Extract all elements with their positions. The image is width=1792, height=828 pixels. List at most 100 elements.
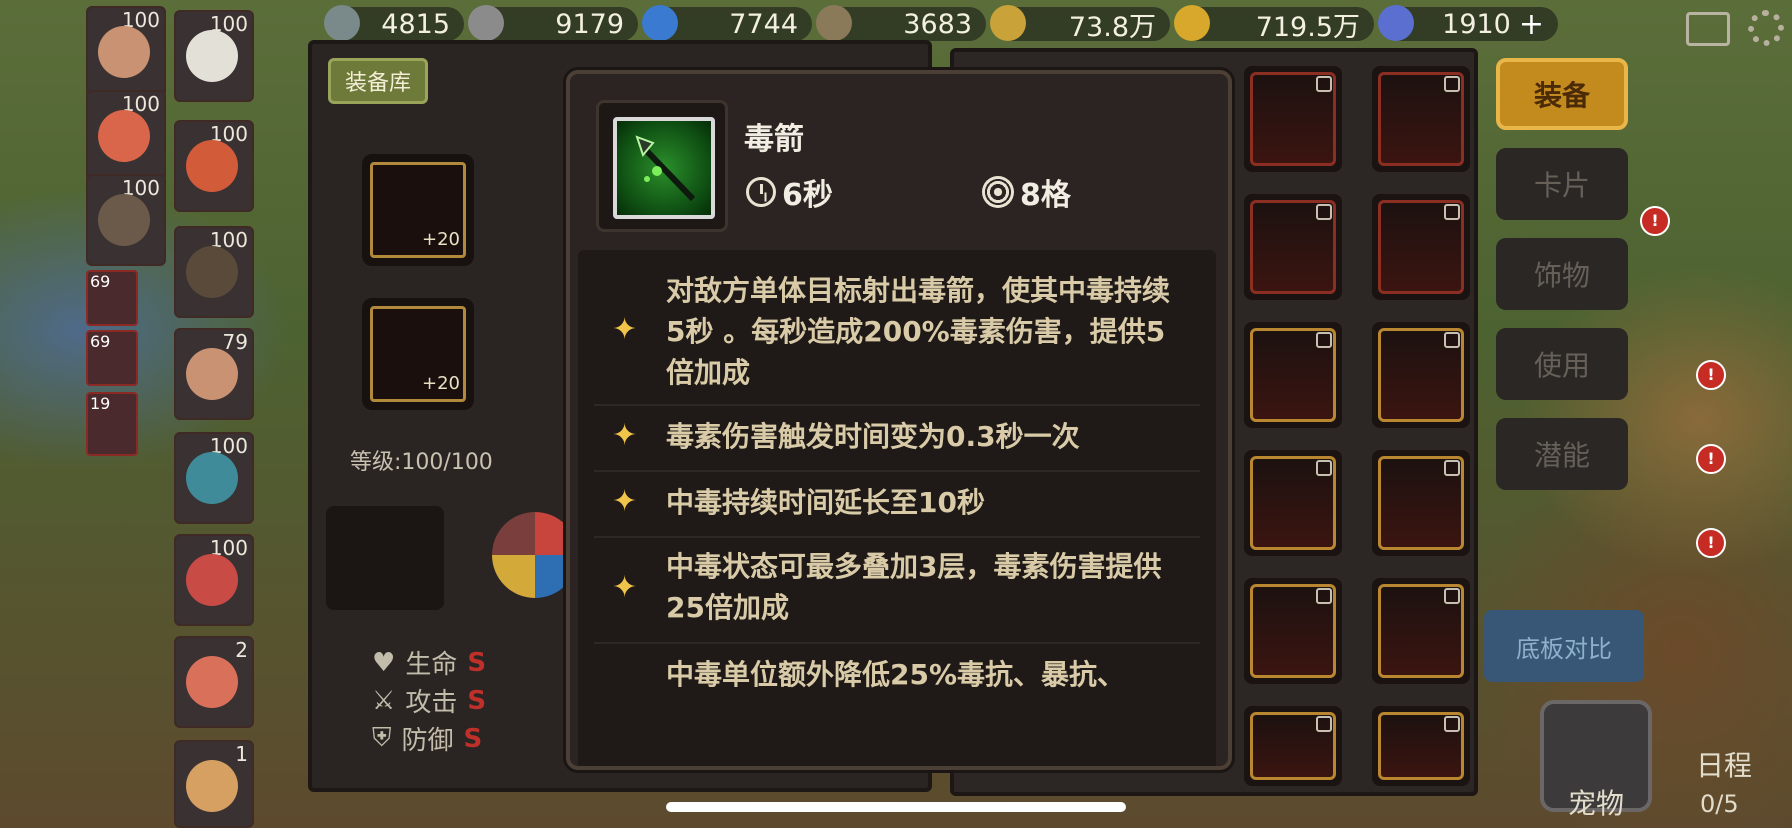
equipment-storage-tab[interactable]: 装备库 xyxy=(328,58,429,104)
pet-label: 宠物 xyxy=(1568,787,1625,820)
lock-icon xyxy=(1316,204,1332,220)
equipment-cell[interactable] xyxy=(1372,194,1470,300)
skill-tooltip: 毒箭 6秒 8格 ✦ 对敌方单体目标射出毒箭，使其中毒持续5秒 。每秒造成200… xyxy=(566,70,1232,770)
schedule-count: 0/5 xyxy=(1700,790,1739,818)
equipped-accessory-slot[interactable]: +20 xyxy=(362,298,474,410)
lock-icon xyxy=(1316,588,1332,604)
sparkle-icon: ✦ xyxy=(612,570,638,605)
gold-coin-icon xyxy=(1174,5,1210,41)
lock-icon xyxy=(1444,460,1460,476)
hero-card[interactable]: 100 xyxy=(174,226,254,318)
gear-icon[interactable] xyxy=(1748,10,1784,46)
wheat-counter: 73.8万 xyxy=(990,5,1170,43)
clock-icon xyxy=(746,177,776,207)
diamond-counter: 1910 + xyxy=(1378,5,1558,42)
hero-portrait xyxy=(186,30,238,82)
hero-portrait xyxy=(186,246,238,298)
hero-card[interactable]: 1 xyxy=(174,740,254,828)
equipment-cell[interactable] xyxy=(1372,66,1470,172)
hero-portrait xyxy=(186,656,238,708)
stat-defense: ⛨ 防御 S xyxy=(372,723,483,756)
hero-card[interactable]: 2 xyxy=(174,636,254,728)
wheat-icon xyxy=(990,5,1026,41)
equipment-cell[interactable] xyxy=(1372,578,1470,684)
hero-portrait xyxy=(186,760,238,812)
gold-coin-counter: 719.5万 xyxy=(1174,5,1374,43)
lock-icon xyxy=(1444,588,1460,604)
sparkle-icon: ✦ xyxy=(612,418,638,453)
resource-1-icon xyxy=(324,5,360,41)
potential-tab-button[interactable]: 潜能 xyxy=(1496,418,1628,490)
resource-2-counter: 9179 xyxy=(468,5,638,41)
equipment-cell[interactable] xyxy=(1244,194,1342,300)
equipment-cell[interactable] xyxy=(1244,322,1342,428)
diamond-icon xyxy=(1378,5,1414,41)
crystal-icon xyxy=(642,5,678,41)
skill-description-list: ✦ 对敌方单体目标射出毒箭，使其中毒持续5秒 。每秒造成200%毒素伤害，提供5… xyxy=(578,250,1216,766)
hero-card[interactable]: 100 xyxy=(174,432,254,524)
hero-card-small[interactable]: 19 xyxy=(86,392,138,456)
schedule-label[interactable]: 日程 xyxy=(1696,744,1752,784)
skill-effect-entry: ✦ 对敌方单体目标射出毒箭，使其中毒持续5秒 。每秒造成200%毒素伤害，提供5… xyxy=(594,260,1200,406)
target-icon xyxy=(982,176,1014,208)
equipment-cell[interactable] xyxy=(1372,322,1470,428)
sparkle-icon: ✦ xyxy=(612,312,638,347)
hero-card[interactable]: 100 xyxy=(86,174,166,266)
stat-attack: ⚔ 攻击 S xyxy=(372,685,487,719)
hero-portrait xyxy=(98,26,150,78)
use-tab-button[interactable]: 使用 xyxy=(1496,328,1628,400)
lock-icon xyxy=(1316,460,1332,476)
add-diamond-button[interactable]: + xyxy=(1519,7,1544,42)
hero-card[interactable]: 100 xyxy=(86,6,166,98)
crystal-counter: 7744 xyxy=(642,5,812,41)
skill-range: 8格 xyxy=(982,170,1071,214)
hero-portrait xyxy=(186,554,238,606)
hero-card-small[interactable]: 69 xyxy=(86,330,138,386)
accessory-tab-button[interactable]: 饰物 xyxy=(1496,238,1628,310)
skill-effect-entry: ✦ 中毒持续时间延长至10秒 xyxy=(594,472,1200,538)
hero-card[interactable]: 79 xyxy=(174,328,254,420)
skill-effect-entry: ✦ 毒素伤害触发时间变为0.3秒一次 xyxy=(594,406,1200,472)
alert-badge: ! xyxy=(1696,444,1726,474)
skill-thumbnail[interactable] xyxy=(326,506,444,610)
lock-icon xyxy=(1316,332,1332,348)
equipment-cell[interactable] xyxy=(1244,450,1342,556)
lock-icon xyxy=(1444,332,1460,348)
alert-badge: ! xyxy=(1640,206,1670,236)
equipment-level: 等级:100/100 xyxy=(350,450,493,475)
mail-icon[interactable] xyxy=(1686,12,1730,46)
lock-icon xyxy=(1444,76,1460,92)
equipment-cell[interactable] xyxy=(1372,706,1470,786)
equipped-weapon-slot[interactable]: +20 xyxy=(362,154,474,266)
skill-effect-entry: ✦ 中毒状态可最多叠加3层，毒素伤害提供25倍加成 xyxy=(594,538,1200,644)
alert-badge: ! xyxy=(1696,360,1726,390)
hero-portrait xyxy=(186,452,238,504)
hero-card[interactable]: 100 xyxy=(174,10,254,102)
skill-name: 毒箭 xyxy=(744,122,804,157)
compare-button[interactable]: 底板对比 xyxy=(1484,610,1644,682)
resource-4-icon xyxy=(816,5,852,41)
lock-icon xyxy=(1316,76,1332,92)
sparkle-icon: ✦ xyxy=(612,484,638,519)
equipment-cell[interactable] xyxy=(1372,450,1470,556)
equipment-cell[interactable] xyxy=(1244,578,1342,684)
hero-card[interactable]: 100 xyxy=(174,534,254,626)
hero-portrait xyxy=(186,140,238,192)
equipment-cell[interactable] xyxy=(1244,66,1342,172)
sword-icon: ⚔ xyxy=(372,685,396,716)
equip-tab-button[interactable]: 装备 xyxy=(1496,58,1628,130)
skill-effect-entry: 中毒单位额外降低25%毒抗、暴抗、 xyxy=(666,658,1126,691)
hero-card[interactable]: 100 xyxy=(174,120,254,212)
hero-portrait xyxy=(186,348,238,400)
hero-card-small[interactable]: 69 xyxy=(86,270,138,326)
resource-4-counter: 3683 xyxy=(816,5,986,41)
alert-badge: ! xyxy=(1696,528,1726,558)
hero-portrait xyxy=(98,194,150,246)
card-tab-button[interactable]: 卡片 xyxy=(1496,148,1628,220)
hero-card[interactable]: 100 xyxy=(86,90,166,182)
heart-icon: ♥ xyxy=(372,647,396,678)
resource-2-icon xyxy=(468,5,504,41)
home-indicator[interactable] xyxy=(666,802,1126,812)
equipment-cell[interactable] xyxy=(1244,706,1342,786)
stat-hp: ♥ 生命 S xyxy=(372,647,487,681)
